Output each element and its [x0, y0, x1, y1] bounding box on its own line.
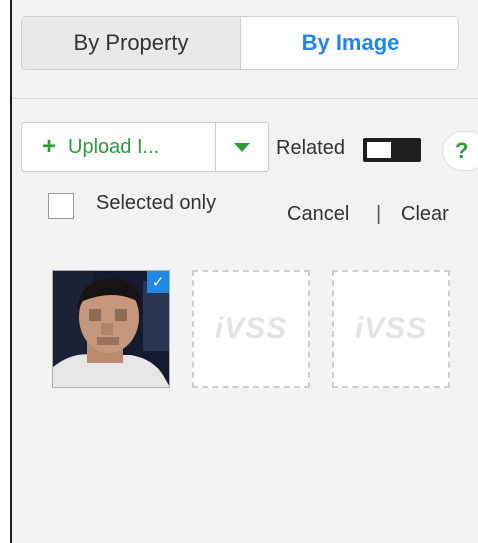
link-separator: |	[376, 203, 382, 225]
ivss-watermark-logo: iVSS	[354, 312, 428, 345]
help-icon: ?	[455, 138, 469, 163]
upload-image-button[interactable]: + Upload I...	[22, 123, 216, 171]
thumbnail-photo-1[interactable]: ✓	[52, 270, 170, 388]
upload-dropdown-button[interactable]	[216, 123, 268, 171]
search-mode-tabs: By Property By Image	[21, 16, 459, 70]
upload-label: Upload I...	[68, 135, 160, 158]
selected-only-label: Selected only	[96, 192, 217, 214]
section-divider	[12, 98, 478, 99]
ivss-watermark-logo: iVSS	[214, 312, 288, 345]
toggle-knob	[367, 142, 391, 158]
cancel-link[interactable]: Cancel	[287, 203, 349, 226]
help-button[interactable]: ?	[442, 131, 478, 171]
thumbnail-placeholder-2[interactable]: iVSS	[192, 270, 310, 388]
thumbnail-placeholder-3[interactable]: iVSS	[332, 270, 450, 388]
related-toggle[interactable]	[363, 138, 421, 162]
tab-by-image[interactable]: By Image	[241, 17, 458, 69]
selected-only-checkbox[interactable]	[48, 193, 74, 219]
chevron-down-icon	[234, 142, 250, 152]
tab-by-property[interactable]: By Property	[22, 17, 241, 69]
check-icon: ✓	[147, 271, 169, 293]
clear-link[interactable]: Clear	[401, 203, 449, 226]
upload-group: + Upload I...	[21, 122, 269, 172]
related-label: Related	[276, 137, 345, 159]
plus-icon: +	[42, 133, 57, 160]
